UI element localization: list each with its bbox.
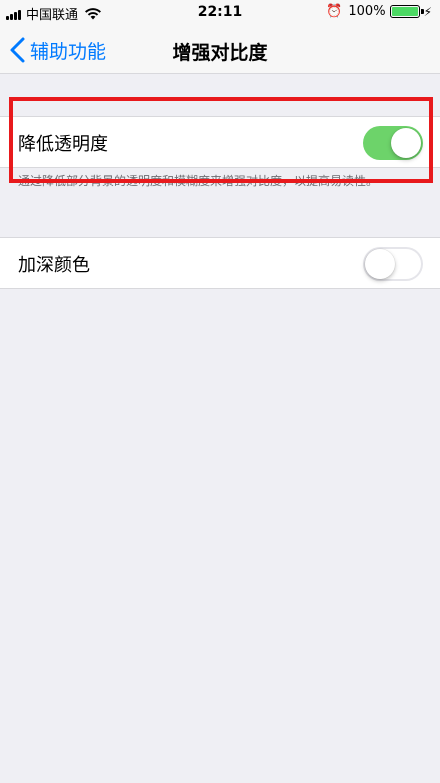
darken-colors-toggle[interactable]: [363, 247, 423, 281]
darken-colors-row: 加深颜色: [0, 238, 440, 288]
highlight-annotation-box: [9, 97, 433, 183]
darken-colors-group: 加深颜色: [0, 237, 440, 289]
screen: 中国联通 22:11 ⏰ 100% ⚡ 辅助功能 增强对比度 降低透明度 通过降…: [0, 0, 440, 783]
battery-percent: 100%: [348, 4, 386, 19]
alarm-icon: ⏰: [326, 4, 343, 19]
navigation-bar: 辅助功能 增强对比度: [0, 26, 440, 74]
toggle-knob: [365, 249, 395, 279]
page-title: 增强对比度: [172, 42, 268, 64]
darken-colors-label: 加深颜色: [18, 255, 90, 276]
charging-icon: ⚡: [423, 4, 432, 19]
status-bar: 中国联通 22:11 ⏰ 100% ⚡: [0, 0, 440, 26]
battery-icon: [389, 5, 424, 18]
status-right: ⏰ 100% ⚡: [326, 4, 432, 19]
